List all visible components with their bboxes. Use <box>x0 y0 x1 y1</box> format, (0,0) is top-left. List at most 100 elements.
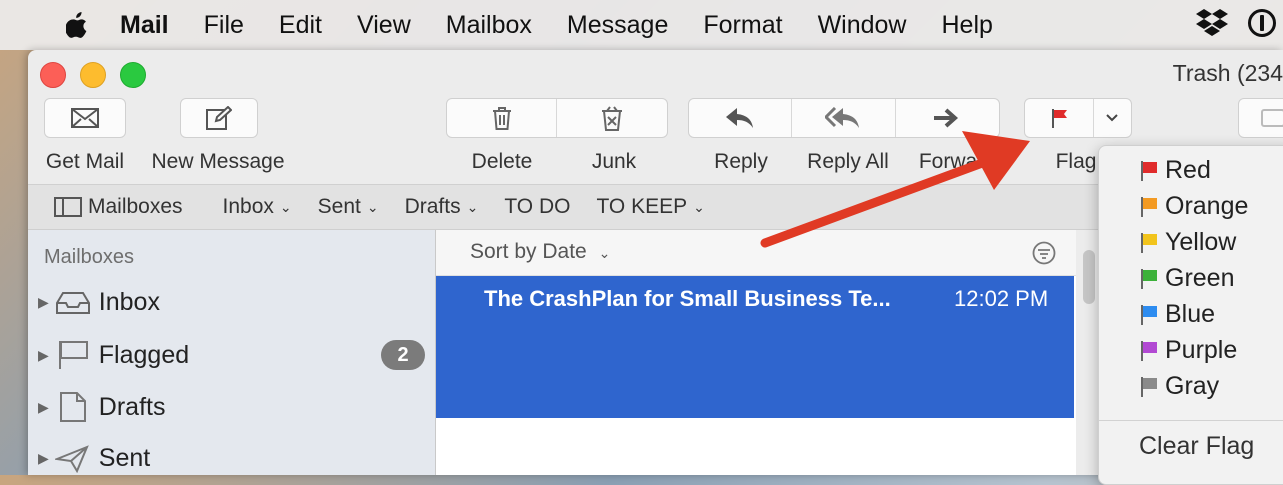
minimize-window-button[interactable] <box>80 62 106 88</box>
chevron-down-icon <box>1106 114 1119 122</box>
menu-help[interactable]: Help <box>941 11 992 40</box>
sort-header: Sort by Date ⌄ <box>436 230 1076 276</box>
get-mail-button[interactable] <box>44 98 126 138</box>
menu-format[interactable]: Format <box>703 11 782 40</box>
sidebar-item-label: Drafts <box>98 392 166 421</box>
junk-button[interactable] <box>557 99 667 137</box>
inbox-tray-icon <box>55 291 90 314</box>
archive-button[interactable] <box>1238 98 1283 138</box>
sidebar-item-sent[interactable]: ▶ Sent <box>38 444 150 473</box>
favorite-drafts[interactable]: Drafts ⌄ <box>405 195 479 219</box>
flag-menu-item-purple[interactable]: Purple <box>1139 336 1237 365</box>
sidebar-item-drafts[interactable]: ▶ Drafts <box>38 392 165 422</box>
sort-label: Sort by Date <box>470 240 587 263</box>
favorite-inbox[interactable]: Inbox ⌄ <box>223 195 292 219</box>
trash-icon <box>492 107 511 130</box>
favorite-tokeep[interactable]: TO KEEP ⌄ <box>596 195 704 219</box>
reply-all-button[interactable] <box>792 99 896 137</box>
delete-label: Delete <box>471 150 533 173</box>
clear-flag-menu-item[interactable]: Clear Flag <box>1139 432 1254 461</box>
message-row-selected[interactable]: The CrashPlan for Small Business Te... 1… <box>436 276 1074 418</box>
disclosure-triangle-icon[interactable]: ▶ <box>38 450 49 467</box>
close-window-button[interactable] <box>40 62 66 88</box>
favorite-tokeep-label: TO KEEP <box>596 195 688 218</box>
compose-icon <box>206 106 232 130</box>
flag-menu-label: Gray <box>1165 372 1220 400</box>
reply-all-arrow-icon <box>825 107 860 128</box>
menu-file[interactable]: File <box>204 11 244 40</box>
flag-dropdown-button[interactable] <box>1094 99 1131 137</box>
menu-window[interactable]: Window <box>818 11 907 40</box>
disclosure-triangle-icon[interactable]: ▶ <box>38 294 49 311</box>
mailbox-sidebar: Mailboxes ▶ Inbox ▶ Flagged 2 ▶ Drafts ▶… <box>28 230 436 475</box>
envelope-icon <box>71 108 99 128</box>
flag-menu-item-blue[interactable]: Blue <box>1139 300 1215 329</box>
forward-label: Forwa <box>918 150 978 173</box>
blue-flag-icon <box>1141 304 1157 325</box>
filter-icon[interactable] <box>1032 241 1056 265</box>
favorites-bar: Mailboxes Inbox ⌄ Sent ⌄ Drafts ⌄ TO DO TO … <box>28 184 1283 230</box>
sidebar-icon <box>54 197 82 217</box>
favorite-todo-label: TO DO <box>504 195 571 218</box>
flag-menu-label: Orange <box>1165 192 1249 220</box>
drafts-document-icon <box>59 392 86 422</box>
reply-label: Reply <box>714 150 768 173</box>
dropbox-icon[interactable] <box>1195 8 1229 38</box>
favorite-sent[interactable]: Sent ⌄ <box>318 195 379 219</box>
flag-menu-item-yellow[interactable]: Yellow <box>1139 228 1236 257</box>
flag-color-menu: Red Orange Yellow Green Blue Purple Gray… <box>1098 145 1283 485</box>
message-time: 12:02 PM <box>954 286 1049 311</box>
gray-flag-icon <box>1141 376 1157 397</box>
sidebar-item-inbox[interactable]: ▶ Inbox <box>38 288 160 317</box>
flag-menu-item-red[interactable]: Red <box>1139 156 1211 185</box>
reply-group <box>688 98 1000 138</box>
list-scrollbar[interactable] <box>1083 250 1095 304</box>
menu-mailbox[interactable]: Mailbox <box>446 11 532 40</box>
chevron-down-icon: ⌄ <box>279 198 292 215</box>
orange-flag-icon <box>1141 196 1157 217</box>
mailboxes-toggle-button[interactable]: Mailboxes <box>54 195 183 219</box>
disclosure-triangle-icon[interactable]: ▶ <box>38 347 49 364</box>
menu-edit[interactable]: Edit <box>279 11 322 40</box>
message-list: Sort by Date ⌄ The CrashPlan for Small B… <box>436 230 1076 475</box>
menu-message[interactable]: Message <box>567 11 668 40</box>
sidebar-item-label: Flagged <box>98 340 190 369</box>
flag-menu-item-green[interactable]: Green <box>1139 264 1234 293</box>
flag-menu-label: Green <box>1165 264 1235 292</box>
sort-by-date-button[interactable]: Sort by Date ⌄ <box>470 240 610 264</box>
reply-all-label: Reply All <box>807 150 889 173</box>
delete-button[interactable] <box>447 99 557 137</box>
menu-mail[interactable]: Mail <box>120 11 169 40</box>
forward-arrow-icon <box>934 108 959 128</box>
chevron-down-icon: ⌄ <box>366 198 379 215</box>
mailboxes-toggle-label: Mailboxes <box>88 195 183 218</box>
new-message-label: New Message <box>151 150 285 173</box>
get-mail-label: Get Mail <box>45 150 125 173</box>
new-message-button[interactable] <box>180 98 258 138</box>
disclosure-triangle-icon[interactable]: ▶ <box>38 399 49 416</box>
favorite-todo[interactable]: TO DO <box>504 195 570 219</box>
menu-view[interactable]: View <box>357 11 411 40</box>
toolbar: Get Mail New Message Delete Junk Reply R… <box>28 98 1283 184</box>
green-flag-icon <box>1141 268 1157 289</box>
chevron-down-icon: ⌄ <box>598 245 611 261</box>
flag-menu-item-gray[interactable]: Gray <box>1139 372 1219 401</box>
junk-label: Junk <box>591 150 637 173</box>
apple-icon[interactable] <box>66 12 88 38</box>
sidebar-header: Mailboxes <box>44 246 135 268</box>
favorite-sent-label: Sent <box>317 195 361 218</box>
red-flag-icon <box>1141 160 1157 181</box>
onepassword-icon[interactable] <box>1247 8 1277 38</box>
zoom-window-button[interactable] <box>120 62 146 88</box>
flag-label: Flag <box>1055 150 1097 173</box>
forward-button[interactable] <box>896 99 999 137</box>
sidebar-item-flagged[interactable]: ▶ Flagged <box>38 340 189 370</box>
flag-menu-label: Blue <box>1165 300 1216 328</box>
message-subject: The CrashPlan for Small Business Te... <box>484 286 891 311</box>
reply-arrow-icon <box>726 108 754 128</box>
flag-menu-item-orange[interactable]: Orange <box>1139 192 1248 221</box>
reply-button[interactable] <box>689 99 793 137</box>
menu-separator <box>1099 420 1283 421</box>
flag-button[interactable] <box>1025 99 1094 137</box>
flag-group <box>1024 98 1132 138</box>
